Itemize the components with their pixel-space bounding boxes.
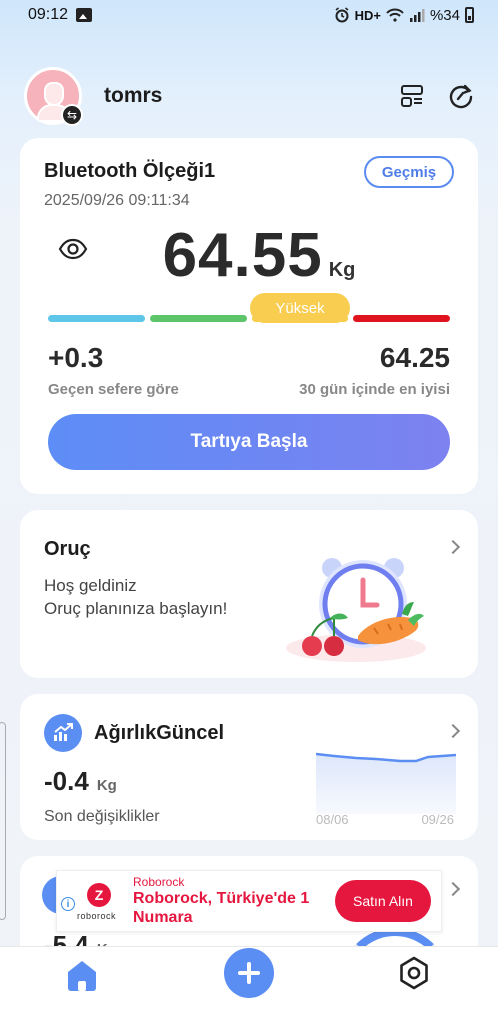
chevron-right-icon[interactable]: [445, 881, 461, 897]
network-type: HD+: [354, 7, 381, 23]
measurement-datetime: 2025/09/26 09:11:34: [44, 192, 190, 209]
scale-title: Bluetooth Ölçeği1: [44, 160, 216, 182]
chevron-right-icon[interactable]: [445, 723, 461, 739]
best-value: 64.25: [379, 342, 450, 373]
fasting-welcome: Hoş geldiniz: [44, 576, 137, 595]
wifi-icon: [386, 8, 404, 22]
weight-trend-label: Son değişiklikler: [44, 808, 160, 825]
bottom-nav: [0, 946, 498, 1024]
trend-up-icon: [44, 714, 82, 752]
settings-icon[interactable]: [396, 955, 432, 991]
chevron-right-icon[interactable]: [445, 539, 461, 555]
bmi-segment-very-high: [353, 315, 450, 322]
gallery-notification-icon: [76, 8, 93, 22]
alarm-icon: [335, 7, 349, 23]
username: tomrs: [104, 84, 163, 107]
bmi-segment-normal: [149, 315, 247, 322]
weight-trend-title: AğırlıkGüncel: [94, 722, 225, 744]
dashboard-layout-icon[interactable]: [400, 84, 424, 108]
status-bar: 09:12 HD+ %34: [0, 0, 498, 30]
battery-percent: %34: [429, 6, 460, 24]
start-weighing-button[interactable]: Tartıya Başla: [48, 414, 450, 470]
swap-user-icon[interactable]: ⇆: [61, 104, 83, 126]
roborock-logo-icon: Z: [87, 883, 111, 907]
weight-trend-unit: Kg: [96, 777, 117, 794]
weight-value: 64.55: [162, 221, 323, 290]
fasting-title: Oruç: [44, 538, 91, 560]
ad-buy-button[interactable]: Satın Alın: [335, 880, 431, 922]
scale-card: Bluetooth Ölçeği1 2025/09/26 09:11:34 Ge…: [20, 138, 478, 494]
change-value: +0.3: [48, 342, 104, 373]
sparkline-end-date: 09/26: [421, 812, 454, 827]
weight-trend-value: -0.4: [44, 766, 89, 796]
status-time: 09:12: [28, 6, 69, 23]
best-label: 30 gün içinde en iyisi: [299, 381, 450, 398]
bmi-segment-low: [48, 315, 145, 322]
ad-sponsor: Roborock: [133, 875, 185, 889]
ad-banner[interactable]: i Z roborock Roborock Roborock, Türkiye'…: [56, 870, 442, 932]
bmi-scale-bar: [48, 315, 450, 323]
fasting-subtitle: Oruç planınıza başlayın!: [44, 599, 228, 618]
home-icon[interactable]: [62, 955, 102, 995]
side-edge-handle[interactable]: [0, 722, 6, 920]
weight-trend-value-row: -0.4 Kg: [44, 766, 117, 797]
fasting-card[interactable]: Oruç Hoş geldiniz Oruç planınıza başlayı…: [20, 510, 478, 678]
add-button[interactable]: [224, 948, 274, 998]
weight-unit: Kg: [328, 259, 356, 281]
bmi-status-badge: Yüksek: [250, 293, 350, 323]
ad-logo-text: roborock: [77, 911, 117, 921]
user-avatar[interactable]: ⇆: [24, 67, 83, 126]
add-icon: [238, 962, 260, 984]
alarm-clock-food-illustration: [286, 558, 426, 662]
header: ⇆ tomrs: [24, 66, 474, 126]
weight-display: 64.55 Kg: [20, 220, 478, 291]
sparkline-start-date: 08/06: [316, 812, 349, 827]
refresh-icon[interactable]: [448, 83, 474, 109]
ad-info-icon[interactable]: i: [61, 897, 75, 911]
signal-icon: [409, 9, 425, 22]
weight-trend-card[interactable]: AğırlıkGüncel -0.4 Kg Son değişiklikler 0…: [20, 694, 478, 840]
battery-icon: [465, 7, 474, 23]
ad-headline: Roborock, Türkiye'de 1 Numara: [133, 890, 310, 926]
change-label: Geçen sefere göre: [48, 381, 179, 398]
weight-trend-sparkline: [316, 752, 456, 814]
history-button[interactable]: Geçmiş: [364, 156, 454, 188]
